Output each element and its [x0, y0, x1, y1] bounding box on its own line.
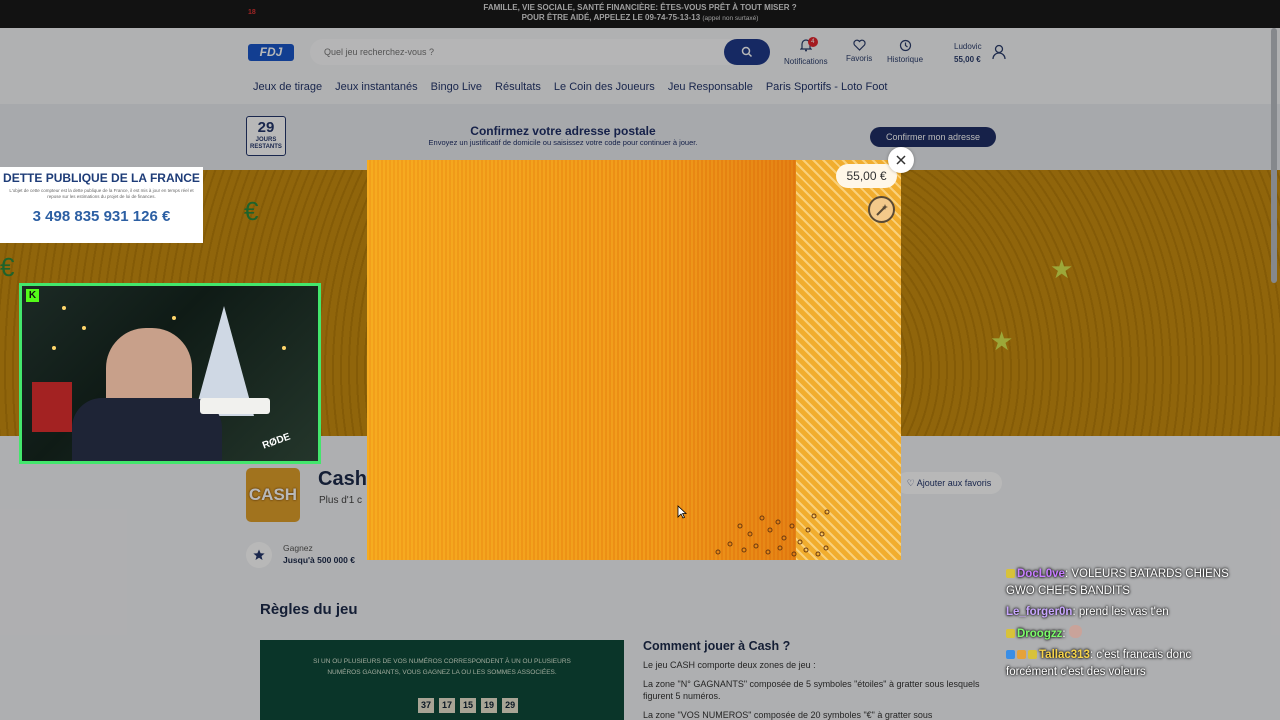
fairy-light	[172, 316, 176, 320]
kick-logo: K	[26, 289, 39, 302]
mouse-cursor-icon	[677, 505, 687, 519]
debt-subtitle: L'objet de cette compteur est la dette p…	[9, 188, 194, 199]
magic-wand-icon	[875, 203, 888, 216]
fairy-light	[82, 326, 86, 330]
chat-message: DocL0ve: VOLEURS BATARDS CHIENS GWO CHEF…	[1006, 568, 1229, 597]
public-debt-widget: DETTE PUBLIQUE DE LA FRANCE L'objet de c…	[0, 167, 203, 243]
chat-badge-icon	[1006, 650, 1015, 659]
chat-badge-icon	[1028, 650, 1037, 659]
chat-message: Le_forger0n: prend les vas t'en	[1006, 606, 1169, 618]
scratch-dots-decoration	[715, 509, 830, 557]
close-icon	[896, 155, 906, 165]
chat-text: prend les vas t'en	[1078, 606, 1169, 618]
debt-title: DETTE PUBLIQUE DE LA FRANCE	[3, 171, 200, 185]
debt-value: 3 498 835 931 126 €	[32, 208, 171, 225]
streamer-webcam: K RØDE	[19, 283, 321, 464]
chat-badge-icon	[1006, 569, 1015, 578]
ticket-price-badge: 55,00 €	[836, 164, 897, 188]
auto-scratch-button[interactable]	[868, 196, 895, 223]
chat-username: Droogzz	[1017, 628, 1063, 640]
chat-badge-icon	[1017, 650, 1026, 659]
bottle	[200, 398, 270, 414]
chat-message: Droogzz:	[1006, 625, 1236, 643]
fairy-light	[62, 306, 66, 310]
chat-message: Tallac313: c'est francais donc forcément…	[1006, 649, 1192, 678]
chat-emote-icon	[1068, 625, 1082, 638]
scratch-card-modal[interactable]	[367, 160, 901, 560]
chat-username: DocL0ve	[1017, 568, 1065, 580]
fairy-light	[52, 346, 56, 350]
chat-username: Tallac313	[1039, 649, 1090, 661]
fairy-light	[282, 346, 286, 350]
close-modal-button[interactable]	[888, 147, 914, 173]
chat-badge-icon	[1006, 629, 1015, 638]
stream-chat: DocL0ve: VOLEURS BATARDS CHIENS GWO CHEF…	[1006, 566, 1236, 685]
rode-microphone-label: RØDE	[260, 431, 292, 452]
gift-box	[32, 382, 72, 432]
chat-username: Le_forger0n	[1006, 606, 1073, 618]
